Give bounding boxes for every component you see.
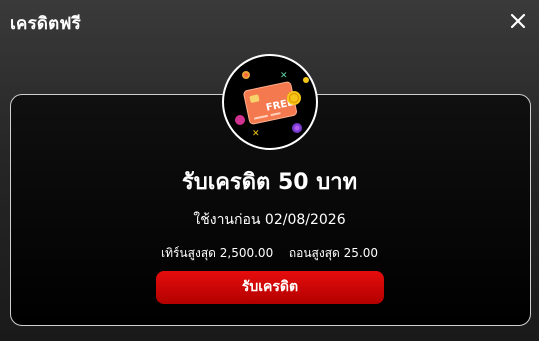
- min-turnover-label: เทิร์นสูงสุด: [160, 246, 216, 260]
- free-credit-modal: เครดิตฟรี ✕ ✕ FREE รับเครดิต 50 บาท ใช้ง…: [0, 0, 539, 341]
- use-before-date: 02/08/2026: [264, 212, 346, 228]
- modal-header: เครดิตฟรี: [0, 0, 539, 44]
- use-before-line: ใช้งานก่อน 02/08/2026: [0, 209, 539, 231]
- free-credit-card-icon: ✕ ✕ FREE: [222, 54, 318, 150]
- use-before-label: ใช้งานก่อน: [193, 212, 261, 228]
- sparkle-icon: ✕: [252, 129, 260, 139]
- min-turnover-value: 2,500.00: [219, 246, 274, 260]
- max-withdraw-label: ถอนสูงสุด: [288, 246, 340, 260]
- modal-title: เครดิตฟรี: [10, 14, 81, 34]
- promo-headline: รับเครดิต 50 บาท: [181, 170, 358, 195]
- sparkle-icon: ✕: [280, 71, 288, 81]
- limits-line: เทิร์นสูงสุด 2,500.00 ถอนสูงสุด 25.00: [0, 244, 539, 263]
- close-icon[interactable]: [509, 12, 527, 30]
- max-withdraw-value: 25.00: [343, 246, 379, 260]
- claim-credit-button[interactable]: รับเครดิต: [156, 271, 384, 304]
